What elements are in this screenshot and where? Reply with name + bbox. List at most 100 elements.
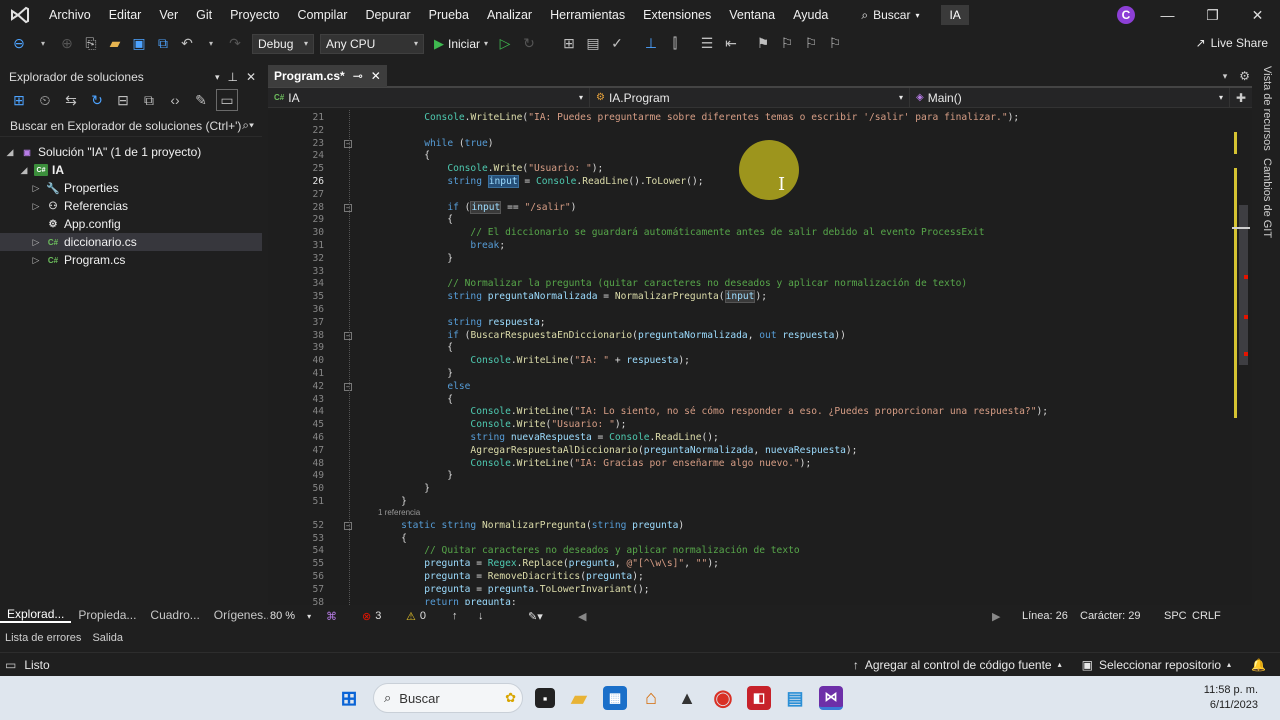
refresh-icon[interactable]: ↻	[86, 89, 108, 111]
code-line[interactable]: string input = Console.ReadLine().ToLowe…	[378, 175, 704, 188]
code-line[interactable]: static string NormalizarPregunta(string …	[378, 520, 684, 531]
fold-toggle-icon[interactable]: −	[344, 382, 352, 391]
tab-output[interactable]: Salida	[92, 632, 123, 644]
home-app-icon[interactable]: ⌂	[639, 686, 663, 710]
close-icon[interactable]: ✕	[371, 69, 381, 83]
menu-item[interactable]: Compilar	[288, 0, 356, 30]
live-share-button[interactable]: ↗ Live Share	[1196, 36, 1268, 50]
show-all-files-icon[interactable]: ⧉	[138, 89, 160, 111]
bookmark-next-icon[interactable]: ⚐	[800, 33, 822, 55]
class-dropdown[interactable]: ⚙ IA.Program ▾	[590, 87, 910, 108]
step-icon[interactable]: ⊥	[640, 33, 662, 55]
code-line[interactable]: }	[378, 483, 430, 494]
fold-toggle-icon[interactable]: −	[344, 521, 352, 530]
code-line[interactable]: {	[378, 342, 453, 353]
tab-properties[interactable]: Propieda...	[71, 608, 143, 622]
bookmark-clear-icon[interactable]: ⚐	[824, 33, 846, 55]
maximize-icon[interactable]: ❐	[1190, 0, 1235, 30]
char-indicator[interactable]: Carácter: 29	[1080, 610, 1164, 622]
code-line[interactable]: pregunta = RemoveDiacritics(pregunta);	[378, 571, 644, 582]
member-dropdown[interactable]: ◈ Main() ▾	[910, 87, 1230, 108]
taskbar-search[interactable]: ⌕ Buscar ✿	[373, 683, 523, 713]
tree-item-solution[interactable]: ◢ ▣ Solución "IA" (1 de 1 proyecto)	[0, 143, 262, 161]
line-indicator[interactable]: Línea: 26	[1022, 610, 1080, 622]
properties-icon[interactable]: ✎	[190, 89, 212, 111]
code-line[interactable]: Console.Write("Usuario: ");	[378, 163, 603, 174]
code-line[interactable]: string nuevaRespuesta = Console.ReadLine…	[378, 432, 718, 443]
menu-item[interactable]: Analizar	[478, 0, 541, 30]
code-line[interactable]: string respuesta;	[378, 317, 545, 328]
tree-item-diccionario[interactable]: ▷ C# diccionario.cs	[0, 233, 262, 251]
fold-toggle-icon[interactable]: −	[344, 139, 352, 148]
switch-views-icon[interactable]: ⊞	[8, 89, 30, 111]
forward-navigate-icon[interactable]: ⊕	[56, 33, 78, 55]
menu-item[interactable]: Herramientas	[541, 0, 634, 30]
solution-name-badge[interactable]: IA	[941, 5, 969, 25]
menu-item[interactable]: Archivo	[40, 0, 100, 30]
tree-item-program[interactable]: ▷ C# Program.cs	[0, 251, 262, 269]
tab-error-list[interactable]: Lista de errores	[0, 632, 92, 644]
errors-indicator[interactable]: ⊗ 3	[362, 610, 406, 623]
new-project-icon[interactable]: ⎘	[80, 33, 102, 55]
visual-studio-logo-icon[interactable]	[0, 0, 40, 30]
menu-item[interactable]: Extensiones	[634, 0, 720, 30]
menu-item[interactable]: Git	[187, 0, 221, 30]
code-line[interactable]: if (input == "/salir")	[378, 200, 576, 214]
notepad-icon[interactable]: ▤	[783, 686, 807, 710]
reference-codelens[interactable]: 1 referencia	[378, 508, 420, 517]
bookmark-icon[interactable]: ⚑	[752, 33, 774, 55]
start-without-debugging-icon[interactable]: ▷	[494, 33, 516, 55]
inkscape-icon[interactable]: ▲	[675, 686, 699, 710]
expanded-arrow-icon[interactable]: ◢	[4, 147, 16, 158]
start-button[interactable]: ▶ Iniciar ▾	[434, 36, 488, 52]
avatar[interactable]: C	[1117, 6, 1135, 24]
tab-toolbox[interactable]: Cuadro...	[143, 608, 206, 622]
tree-item-app-config[interactable]: ⚙ App.config	[0, 215, 262, 233]
menu-item[interactable]: Ver	[150, 0, 187, 30]
preview-icon[interactable]: ▭	[216, 89, 238, 111]
code-line[interactable]: }	[378, 470, 453, 481]
code-line[interactable]: AgregarRespuestaAlDiccionario(preguntaNo…	[378, 445, 857, 456]
tab-git-changes[interactable]: Cambios de GIT	[1261, 158, 1273, 238]
tree-item-references[interactable]: ▷ ⚇ Referencias	[0, 197, 262, 215]
code-line[interactable]: Console.WriteLine("IA: Puedes preguntarm…	[378, 112, 1019, 123]
windows-start-icon[interactable]: ⊞	[337, 686, 361, 710]
save-icon[interactable]: ▣	[128, 33, 150, 55]
visual-studio-icon[interactable]: ⋈	[819, 686, 843, 710]
sync-icon[interactable]: ⇆	[60, 89, 82, 111]
code-line[interactable]: }	[378, 368, 453, 379]
arrow-down-icon[interactable]: ↓	[478, 610, 528, 622]
expanded-arrow-icon[interactable]: ◢	[18, 165, 30, 176]
code-line[interactable]: {	[378, 150, 430, 161]
tree-item-properties[interactable]: ▷ 🔧 Properties	[0, 179, 262, 197]
menu-item[interactable]: Ventana	[720, 0, 784, 30]
source-control-button[interactable]: ↑ Agregar al control de código fuente ▴	[853, 658, 1062, 672]
code-line[interactable]: Console.WriteLine("IA: Gracias por enseñ…	[378, 458, 811, 469]
taskbar-clock[interactable]: 11:58 p. m. 6/11/2023	[1204, 683, 1258, 713]
split-icon[interactable]: ⫿	[664, 33, 686, 55]
code-line[interactable]: // Quitar caracteres no deseados y aplic…	[378, 545, 799, 556]
menu-item[interactable]: Editar	[100, 0, 151, 30]
hot-reload-icon[interactable]: ↻	[518, 33, 540, 55]
code-line[interactable]: // El diccionario se guardará automática…	[378, 227, 984, 238]
search-menu[interactable]: ⌕ Buscar ▾	[853, 8, 927, 23]
tree-item-project[interactable]: ◢ C# IA	[0, 161, 262, 179]
code-line[interactable]: else	[378, 381, 470, 392]
line-ending-indicator[interactable]: CRLF	[1192, 610, 1222, 622]
tab-resource-view[interactable]: Vista de recursos	[1261, 66, 1273, 151]
collapsed-arrow-icon[interactable]: ▷	[30, 255, 42, 266]
undo-icon[interactable]: ↶	[176, 33, 198, 55]
code-line[interactable]: }	[378, 253, 453, 264]
file-explorer-icon[interactable]: ▰	[567, 686, 591, 710]
collapse-all-icon[interactable]: ⊟	[112, 89, 134, 111]
indent-icon[interactable]: ☰	[696, 33, 718, 55]
code-line[interactable]: while (true)	[378, 138, 493, 149]
menu-item[interactable]: Proyecto	[221, 0, 288, 30]
code-line[interactable]: Console.WriteLine("IA: Lo siento, no sé …	[378, 406, 1048, 417]
task-view-icon[interactable]: ▪	[535, 688, 555, 708]
notifications-icon[interactable]: 🔔	[1251, 658, 1280, 672]
history-icon[interactable]: ⏲	[34, 89, 56, 111]
tab-solution-explorer[interactable]: Explorad...	[0, 607, 72, 623]
whitespace-indicator[interactable]: SPC	[1164, 610, 1192, 622]
scroll-left-icon[interactable]: ◀	[578, 610, 992, 623]
